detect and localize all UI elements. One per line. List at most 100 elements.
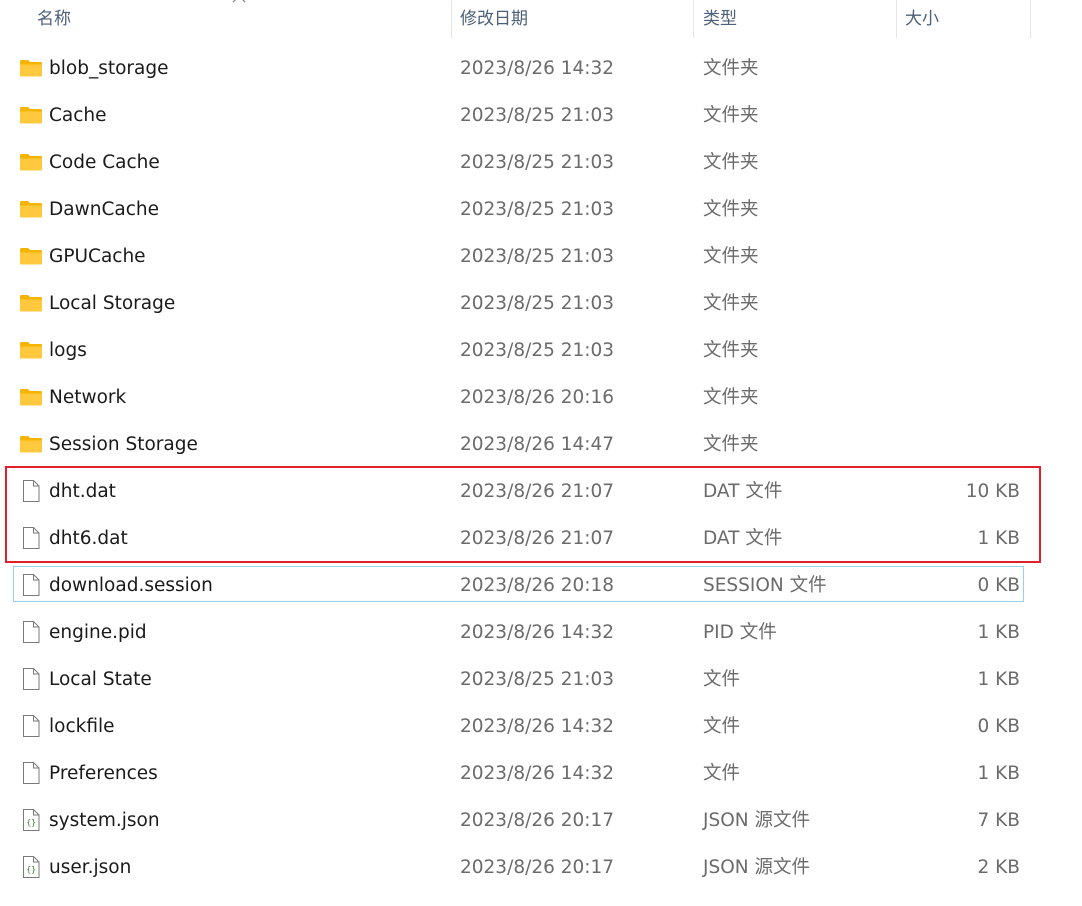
file-size: 1 KB xyxy=(977,528,1020,549)
column-divider[interactable] xyxy=(451,0,452,38)
svg-text:{}: {} xyxy=(26,865,36,874)
file-row[interactable]: Network 2023/8/26 20:16 文件夹 xyxy=(0,374,1082,421)
file-type: 文件夹 xyxy=(703,246,759,267)
file-icon xyxy=(19,714,43,738)
file-modified: 2023/8/26 14:32 xyxy=(460,58,615,79)
file-name: DawnCache xyxy=(49,199,159,220)
file-modified: 2023/8/26 21:07 xyxy=(460,481,615,502)
file-size: 0 KB xyxy=(977,716,1020,737)
file-name: user.json xyxy=(49,857,132,878)
file-type: DAT 文件 xyxy=(703,528,783,549)
file-name: Code Cache xyxy=(49,152,160,173)
file-name: engine.pid xyxy=(49,622,147,643)
file-name: Cache xyxy=(49,105,107,126)
file-type: 文件夹 xyxy=(703,293,759,314)
file-row[interactable]: logs 2023/8/25 21:03 文件夹 xyxy=(0,327,1082,374)
file-row[interactable]: dht6.dat 2023/8/26 21:07 DAT 文件 1 KB xyxy=(0,515,1082,562)
json-file-icon: {} xyxy=(19,808,43,832)
column-header-name[interactable]: 名称 xyxy=(37,0,71,38)
file-modified: 2023/8/26 20:16 xyxy=(460,387,615,408)
file-size: 1 KB xyxy=(977,669,1020,690)
file-type: 文件夹 xyxy=(703,434,759,455)
folder-icon xyxy=(19,150,43,174)
file-row[interactable]: Local State 2023/8/25 21:03 文件 1 KB xyxy=(0,656,1082,703)
file-row[interactable]: Preferences 2023/8/26 14:32 文件 1 KB xyxy=(0,750,1082,797)
folder-icon xyxy=(19,385,43,409)
file-name: GPUCache xyxy=(49,246,146,267)
file-row[interactable]: Local Storage 2023/8/25 21:03 文件夹 xyxy=(0,280,1082,327)
file-modified: 2023/8/25 21:03 xyxy=(460,152,615,173)
file-icon xyxy=(19,620,43,644)
file-size: 1 KB xyxy=(977,622,1020,643)
file-name: blob_storage xyxy=(49,58,169,79)
file-name: dht.dat xyxy=(49,481,116,502)
file-row[interactable]: Session Storage 2023/8/26 14:47 文件夹 xyxy=(0,421,1082,468)
file-row[interactable]: dht.dat 2023/8/26 21:07 DAT 文件 10 KB xyxy=(0,468,1082,515)
file-size: 0 KB xyxy=(977,575,1020,596)
folder-icon xyxy=(19,244,43,268)
file-modified: 2023/8/26 20:18 xyxy=(460,575,615,596)
file-name: lockfile xyxy=(49,716,115,737)
file-modified: 2023/8/26 14:47 xyxy=(460,434,615,455)
file-size: 2 KB xyxy=(977,857,1020,878)
svg-text:{}: {} xyxy=(26,818,36,827)
file-size: 7 KB xyxy=(977,810,1020,831)
file-icon xyxy=(19,479,43,503)
file-modified: 2023/8/26 14:32 xyxy=(460,622,615,643)
file-row[interactable]: engine.pid 2023/8/26 14:32 PID 文件 1 KB xyxy=(0,609,1082,656)
file-type: 文件 xyxy=(703,669,741,690)
file-list: blob_storage 2023/8/26 14:32 文件夹 Cache 2023/… xyxy=(0,45,1082,891)
file-row[interactable]: {} system.json 2023/8/26 20:17 JSON 源文件 7 KB xyxy=(0,797,1082,844)
column-divider[interactable] xyxy=(896,0,897,38)
file-type: 文件夹 xyxy=(703,152,759,173)
file-row[interactable]: Cache 2023/8/25 21:03 文件夹 xyxy=(0,92,1082,139)
file-type: 文件夹 xyxy=(703,387,759,408)
file-name: Preferences xyxy=(49,763,158,784)
file-modified: 2023/8/26 20:17 xyxy=(460,857,615,878)
file-modified: 2023/8/26 14:32 xyxy=(460,716,615,737)
column-header-modified[interactable]: 修改日期 xyxy=(460,0,528,38)
file-row[interactable]: {} user.json 2023/8/26 20:17 JSON 源文件 2 KB xyxy=(0,844,1082,891)
file-row[interactable]: DawnCache 2023/8/25 21:03 文件夹 xyxy=(0,186,1082,233)
column-header-type[interactable]: 类型 xyxy=(703,0,737,38)
file-name: Session Storage xyxy=(49,434,198,455)
file-name: logs xyxy=(49,340,87,361)
sort-ascending-icon xyxy=(232,0,246,3)
folder-icon xyxy=(19,56,43,80)
folder-icon xyxy=(19,197,43,221)
file-name: Local State xyxy=(49,669,152,690)
file-type: DAT 文件 xyxy=(703,481,783,502)
file-row[interactable]: lockfile 2023/8/26 14:32 文件 0 KB xyxy=(0,703,1082,750)
file-icon xyxy=(19,573,43,597)
file-modified: 2023/8/25 21:03 xyxy=(460,246,615,267)
file-row[interactable]: GPUCache 2023/8/25 21:03 文件夹 xyxy=(0,233,1082,280)
file-modified: 2023/8/26 20:17 xyxy=(460,810,615,831)
file-type: 文件夹 xyxy=(703,105,759,126)
file-icon xyxy=(19,761,43,785)
file-type: 文件夹 xyxy=(703,199,759,220)
file-icon xyxy=(19,526,43,550)
file-modified: 2023/8/26 14:32 xyxy=(460,763,615,784)
column-header-bar: 名称 修改日期 类型 大小 xyxy=(0,0,1082,38)
file-modified: 2023/8/25 21:03 xyxy=(460,199,615,220)
file-icon xyxy=(19,667,43,691)
file-type: 文件夹 xyxy=(703,340,759,361)
folder-icon xyxy=(19,432,43,456)
file-size: 1 KB xyxy=(977,763,1020,784)
folder-icon xyxy=(19,291,43,315)
folder-icon xyxy=(19,338,43,362)
file-name: dht6.dat xyxy=(49,528,128,549)
folder-icon xyxy=(19,103,43,127)
file-type: SESSION 文件 xyxy=(703,575,827,596)
file-type: 文件 xyxy=(703,716,741,737)
file-row[interactable]: Code Cache 2023/8/25 21:03 文件夹 xyxy=(0,139,1082,186)
file-name: Local Storage xyxy=(49,293,176,314)
file-name: Network xyxy=(49,387,127,408)
file-row[interactable]: blob_storage 2023/8/26 14:32 文件夹 xyxy=(0,45,1082,92)
file-modified: 2023/8/25 21:03 xyxy=(460,340,615,361)
file-row[interactable]: download.session 2023/8/26 20:18 SESSION 文… xyxy=(0,562,1082,609)
column-divider[interactable] xyxy=(693,0,694,38)
json-file-icon: {} xyxy=(19,855,43,879)
column-header-size[interactable]: 大小 xyxy=(905,0,939,38)
column-divider[interactable] xyxy=(1030,0,1031,38)
